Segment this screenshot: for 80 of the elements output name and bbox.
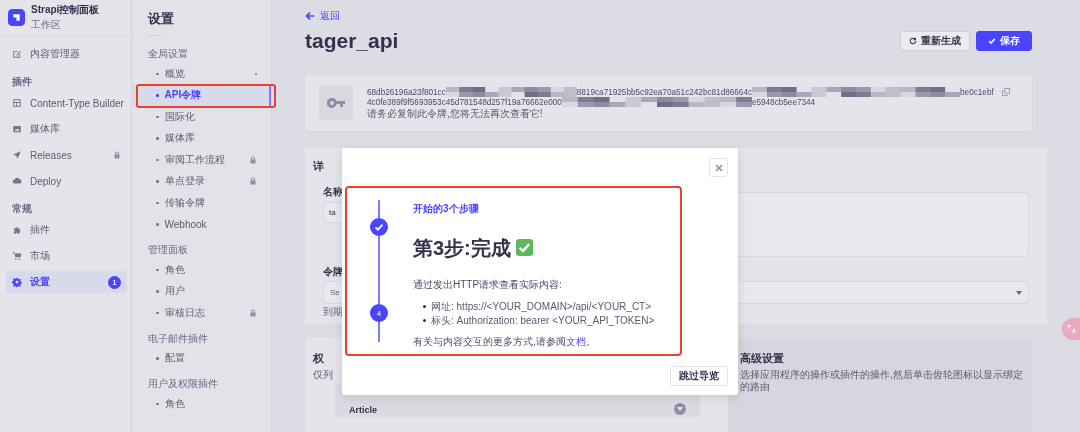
section-title: 常规: [12, 203, 32, 214]
image-icon: [12, 124, 22, 134]
paper-plane-icon: [12, 150, 22, 160]
brand-title: Strapi控制面板: [31, 3, 100, 17]
field-label: 名称: [323, 186, 343, 198]
settings-nav-item[interactable]: 角色: [132, 259, 271, 281]
arrow-left-icon: [305, 11, 315, 21]
settings-nav-item[interactable]: 配置: [132, 347, 271, 369]
settings-nav-item[interactable]: 国际化: [132, 106, 271, 128]
sidebar-item[interactable]: 媒体库: [6, 118, 127, 140]
settings-nav-item[interactable]: 单点登录: [132, 170, 271, 192]
settings-nav-item[interactable]: 概览: [132, 63, 271, 85]
section-title: 插件: [12, 76, 32, 87]
close-icon: [714, 163, 723, 172]
back-link[interactable]: 返回: [305, 10, 340, 22]
puzzle-icon: [12, 225, 22, 235]
section-heading: 高级设置: [740, 352, 784, 365]
settings-icon: [12, 277, 22, 287]
logo-icon: [8, 9, 25, 26]
timeline-line: [378, 200, 380, 218]
docs-link[interactable]: 文档: [565, 336, 586, 348]
brand-subtitle: 工作区: [31, 18, 62, 32]
sidebar-item[interactable]: Deploy: [6, 170, 127, 192]
cart-icon: [12, 251, 22, 261]
sidebar-item[interactable]: 插件: [6, 219, 127, 241]
token-fragment: 68db26196a23f801cc: [367, 87, 446, 98]
step-caption: 开始的3个步骤: [413, 202, 479, 216]
caret-icon: [1016, 290, 1022, 295]
skip-tour-button[interactable]: 跳过导览: [670, 366, 728, 386]
group-title: 用户及权限插件: [148, 378, 218, 389]
list-item: 网址: https://<YOUR_DOMAIN>/api/<YOUR_CT>: [423, 300, 655, 314]
group-title: 电子邮件插件: [148, 332, 208, 344]
field-hint: 到期: [323, 305, 343, 320]
section-description: 仅列: [313, 369, 333, 381]
group-title: 管理面板: [148, 244, 188, 255]
sidebar-item[interactable]: Releases: [6, 144, 127, 166]
field-label: 令牌: [323, 266, 343, 278]
settings-nav-item[interactable]: API令牌: [132, 84, 271, 106]
step-done-icon: [370, 218, 388, 236]
token-fragment: e5948cb5ee7344: [751, 97, 816, 108]
settings-nav-item[interactable]: 审阅工作流程: [132, 149, 271, 171]
settings-nav-item[interactable]: 用户: [132, 280, 271, 302]
copy-icon[interactable]: [1001, 88, 1010, 97]
token-warning: 请务必复制此令牌,您将无法再次查看它!: [367, 109, 544, 119]
close-button[interactable]: [709, 158, 728, 177]
settings-nav-item[interactable]: Webhook: [132, 213, 271, 235]
chevron-icon: [674, 403, 686, 415]
panel-title: 设置: [147, 11, 175, 27]
sidebar-item[interactable]: Content-Type Builder: [6, 92, 127, 114]
refresh-icon: [909, 37, 917, 45]
list-item: 标头: Authorization: bearer <YOUR_API_TOKEN>: [423, 314, 655, 328]
section-heading: 详: [313, 160, 324, 174]
cloud-icon: [12, 176, 22, 186]
section-description: 选择应用程序的操作或插件的操作,然后单击齿轮图标以显示绑定的路由: [740, 369, 1023, 393]
settings-nav-item[interactable]: 角色: [132, 393, 271, 415]
dialog-note: 有关与内容交互的更多方式,请参阅文档。: [413, 335, 596, 350]
group-title: 全局设置: [148, 48, 188, 59]
step-number: 4: [370, 304, 388, 322]
timeline-line: [378, 322, 380, 342]
key-icon: [327, 98, 345, 109]
settings-nav-item[interactable]: 审核日志: [132, 302, 271, 324]
sidebar-item[interactable]: 内容管理器: [6, 43, 127, 65]
dialog-heading: 第3步:完成: [413, 236, 511, 259]
check-icon: [988, 37, 996, 45]
settings-nav-item[interactable]: 媒体库: [132, 127, 271, 149]
token-fragment: 8819ca71925bb5c92ea70a51c242bc81d86664c: [576, 87, 753, 98]
section-heading: 权: [313, 352, 324, 365]
token-fragment: be0c1ebf: [960, 87, 994, 98]
token-fragment: 4c0fe389f9f5693953c45d781548d257f19a76662e000: [367, 97, 562, 108]
regenerate-button[interactable]: 重新生成: [900, 31, 970, 51]
save-button[interactable]: 保存: [976, 31, 1032, 51]
dialog-description: 通过发出HTTP请求查看实际内容:: [413, 278, 562, 293]
page-title: tager_api: [305, 29, 399, 53]
sidebar-item[interactable]: 市场: [6, 245, 127, 267]
timeline-line: [378, 236, 380, 304]
layout-icon: [12, 98, 22, 108]
translate-icon[interactable]: [1062, 318, 1080, 340]
check-mark-icon: [515, 239, 533, 257]
pencil-icon: [12, 49, 22, 59]
settings-nav-item[interactable]: 传输令牌: [132, 192, 271, 214]
